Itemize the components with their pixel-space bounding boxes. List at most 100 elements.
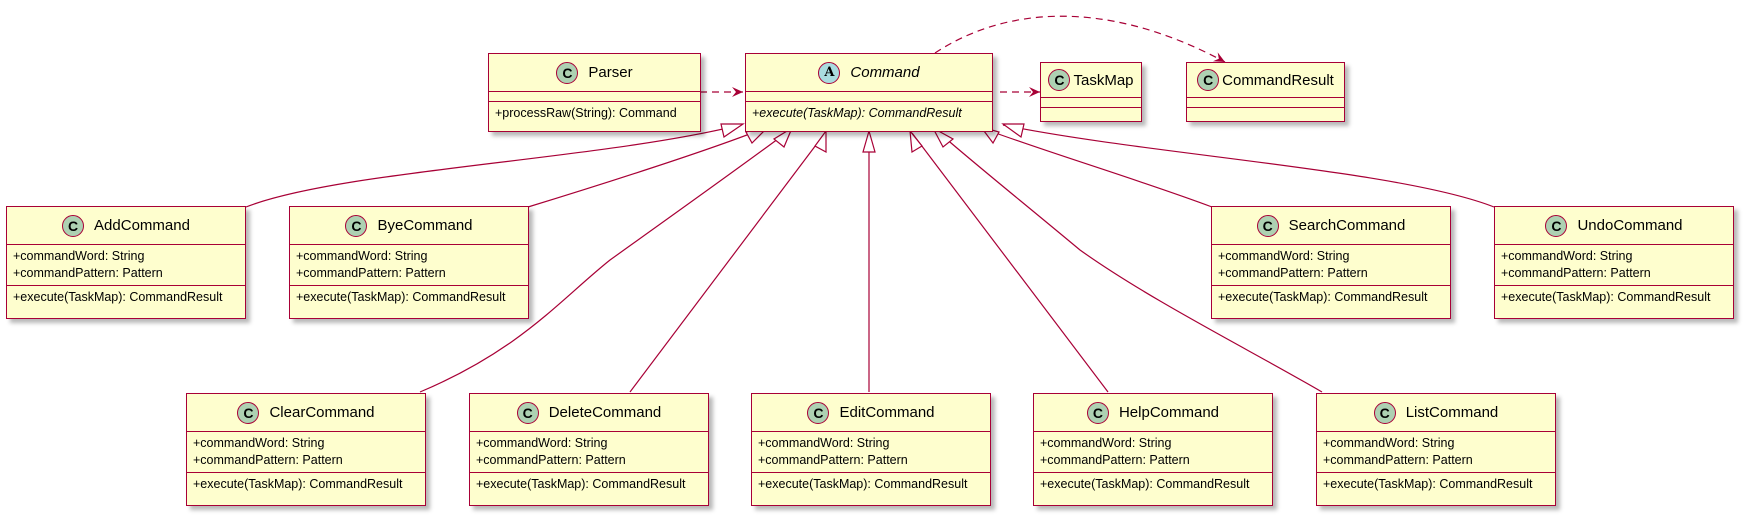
attributes-section: +commandWord: String +commandPattern: Pat… bbox=[7, 244, 245, 285]
attribute: +commandWord: String bbox=[476, 436, 608, 450]
class-command[interactable]: A Command +execute(TaskMap): CommandResul… bbox=[745, 53, 993, 132]
inheritance-add-to-command bbox=[245, 124, 741, 208]
attribute: +commandPattern: Pattern bbox=[13, 266, 163, 280]
attribute: +commandPattern: Pattern bbox=[476, 453, 626, 467]
methods-section: +execute(TaskMap): CommandResult bbox=[746, 101, 992, 125]
attributes-section: +commandWord: String +commandPattern: Pat… bbox=[1034, 431, 1272, 472]
attribute: +commandWord: String bbox=[1323, 436, 1455, 450]
class-listcommand[interactable]: C ListCommand +commandWord: String +comman… bbox=[1316, 393, 1556, 506]
class-helpcommand[interactable]: C HelpCommand +commandWord: String +comman… bbox=[1033, 393, 1273, 506]
inheritance-arrowhead bbox=[814, 129, 827, 154]
attribute: +commandWord: String bbox=[296, 249, 428, 263]
attribute: +commandWord: String bbox=[1501, 249, 1633, 263]
class-taskmap[interactable]: C TaskMap bbox=[1040, 62, 1142, 122]
inheritance-arrowhead bbox=[862, 128, 876, 153]
class-name: UndoCommand bbox=[1577, 217, 1683, 234]
method: +execute(TaskMap): CommandResult bbox=[476, 477, 686, 491]
class-name: HelpCommand bbox=[1118, 404, 1220, 421]
method: +execute(TaskMap): CommandResult bbox=[1323, 477, 1533, 491]
attributes-section: +commandWord: String +commandPattern: Pat… bbox=[752, 431, 990, 472]
class-icon: C bbox=[1256, 214, 1279, 237]
class-icon: C bbox=[1545, 214, 1568, 237]
class-icon: C bbox=[807, 401, 830, 424]
attribute: +commandPattern: Pattern bbox=[1323, 453, 1473, 467]
class-icon: C bbox=[237, 401, 260, 424]
inheritance-search-to-command bbox=[981, 127, 1213, 208]
class-name: ClearCommand bbox=[269, 404, 375, 421]
attributes-section bbox=[746, 91, 992, 101]
class-icon: C bbox=[1048, 69, 1071, 91]
method: +processRaw(String): Command bbox=[495, 106, 677, 120]
method: +execute(TaskMap): CommandResult bbox=[758, 477, 968, 491]
class-name: ListCommand bbox=[1405, 404, 1499, 421]
method: +execute(TaskMap): CommandResult bbox=[296, 290, 506, 304]
methods-section: +execute(TaskMap): CommandResult bbox=[7, 285, 245, 309]
attributes-section bbox=[489, 91, 700, 101]
methods-section: +execute(TaskMap): CommandResult bbox=[752, 472, 990, 496]
class-icon: C bbox=[516, 401, 539, 424]
class-icon: C bbox=[1086, 401, 1109, 424]
attribute: +commandPattern: Pattern bbox=[1218, 266, 1368, 280]
inheritance-undo-to-command bbox=[1002, 124, 1495, 208]
attribute: +commandWord: String bbox=[1218, 249, 1350, 263]
class-icon: C bbox=[345, 214, 368, 237]
methods-section: +execute(TaskMap): CommandResult bbox=[187, 472, 425, 496]
attribute: +commandWord: String bbox=[758, 436, 890, 450]
attributes-section: +commandWord: String +commandPattern: Pat… bbox=[187, 431, 425, 472]
abstract-class-icon: A bbox=[818, 61, 841, 84]
class-searchcommand[interactable]: C SearchCommand +commandWord: String +comm… bbox=[1211, 206, 1451, 319]
class-undocommand[interactable]: C UndoCommand +commandWord: String +comman… bbox=[1494, 206, 1734, 319]
attributes-section bbox=[1041, 97, 1141, 107]
class-clearcommand[interactable]: C ClearCommand +commandWord: String +comma… bbox=[186, 393, 426, 506]
attribute: +commandPattern: Pattern bbox=[296, 266, 446, 280]
attributes-section: +commandWord: String +commandPattern: Pat… bbox=[1495, 244, 1733, 285]
class-byecommand[interactable]: C ByeCommand +commandWord: String +command… bbox=[289, 206, 529, 319]
inheritance-delete-to-command bbox=[629, 132, 826, 393]
class-name: TaskMap bbox=[1073, 71, 1134, 89]
attributes-section bbox=[1187, 97, 1344, 107]
methods-section: +processRaw(String): Command bbox=[489, 101, 700, 125]
methods-section: +execute(TaskMap): CommandResult bbox=[290, 285, 528, 309]
method: +execute(TaskMap): CommandResult bbox=[193, 477, 403, 491]
method: +execute(TaskMap): CommandResult bbox=[1501, 290, 1711, 304]
class-name: SearchCommand bbox=[1288, 217, 1406, 234]
methods-section: +execute(TaskMap): CommandResult bbox=[1317, 472, 1555, 496]
class-addcommand[interactable]: C AddCommand +commandWord: String +command… bbox=[6, 206, 246, 319]
methods-section: +execute(TaskMap): CommandResult bbox=[1034, 472, 1272, 496]
attribute: +commandWord: String bbox=[1040, 436, 1172, 450]
class-name: Command bbox=[850, 64, 920, 81]
class-name: DeleteCommand bbox=[548, 404, 662, 421]
attributes-section: +commandWord: String +commandPattern: Pat… bbox=[470, 431, 708, 472]
attribute: +commandWord: String bbox=[193, 436, 325, 450]
methods-section bbox=[1187, 107, 1344, 117]
class-commandresult[interactable]: C CommandResult bbox=[1186, 62, 1345, 122]
class-deletecommand[interactable]: C DeleteCommand +commandWord: String +comm… bbox=[469, 393, 709, 506]
class-name: Parser bbox=[588, 64, 633, 81]
class-icon: C bbox=[62, 214, 85, 237]
inheritance-help-to-command bbox=[911, 132, 1109, 393]
inheritance-bye-to-command bbox=[527, 127, 766, 208]
class-name: CommandResult bbox=[1222, 71, 1334, 89]
inheritance-arrowhead bbox=[1001, 123, 1025, 139]
class-name: AddCommand bbox=[94, 217, 190, 234]
attribute: +commandPattern: Pattern bbox=[1501, 266, 1651, 280]
method: +execute(TaskMap): CommandResult bbox=[752, 106, 962, 120]
attribute: +commandPattern: Pattern bbox=[1040, 453, 1190, 467]
class-editcommand[interactable]: C EditCommand +commandWord: String +comman… bbox=[751, 393, 991, 506]
attributes-section: +commandWord: String +commandPattern: Pat… bbox=[1317, 431, 1555, 472]
method: +execute(TaskMap): CommandResult bbox=[13, 290, 223, 304]
class-name: EditCommand bbox=[839, 404, 935, 421]
attributes-section: +commandWord: String +commandPattern: Pat… bbox=[290, 244, 528, 285]
method: +execute(TaskMap): CommandResult bbox=[1040, 477, 1250, 491]
methods-section bbox=[1041, 107, 1141, 117]
inheritance-arrowhead bbox=[720, 123, 745, 138]
class-parser[interactable]: C Parser +processRaw(String): Command bbox=[488, 53, 701, 132]
method: +execute(TaskMap): CommandResult bbox=[1218, 290, 1428, 304]
class-icon: C bbox=[1197, 69, 1220, 91]
class-name: ByeCommand bbox=[377, 217, 473, 234]
inheritance-arrowhead bbox=[909, 129, 923, 154]
attribute: +commandPattern: Pattern bbox=[193, 453, 343, 467]
class-icon: C bbox=[556, 61, 579, 84]
class-icon: C bbox=[1373, 401, 1396, 424]
attribute: +commandWord: String bbox=[13, 249, 145, 263]
